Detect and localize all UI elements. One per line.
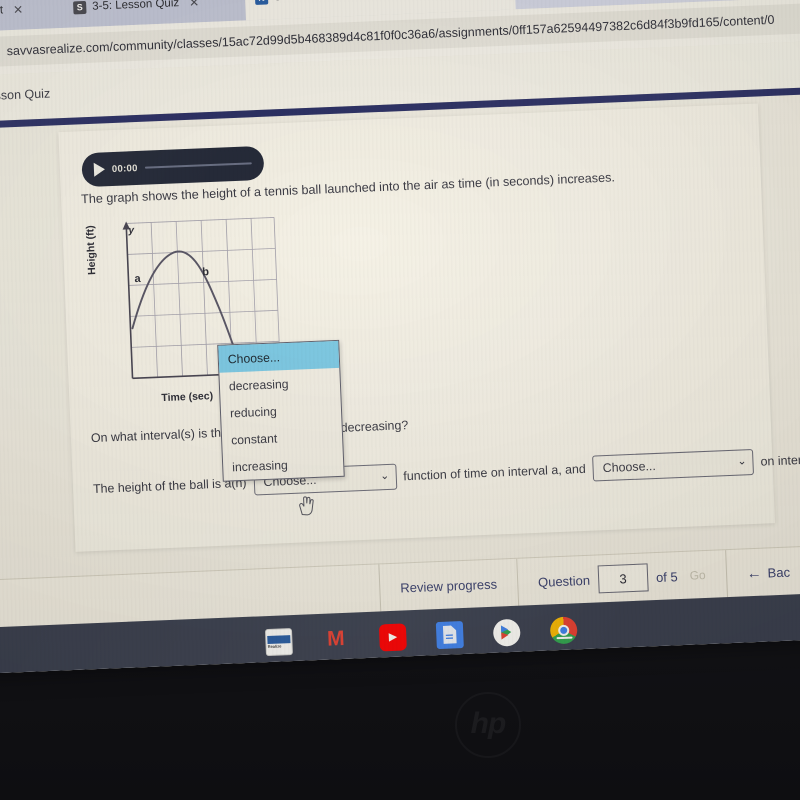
chart-y-tick-label: y [128, 225, 135, 237]
review-progress-button[interactable]: Review progress [379, 558, 520, 613]
question-2-row: The height of the ball is a(n) Choose...… [93, 446, 800, 502]
active-app-indicator [555, 636, 573, 639]
play-icon[interactable] [93, 162, 106, 177]
review-progress-label: Review progress [400, 576, 498, 596]
google-docs-icon[interactable] [435, 620, 464, 649]
close-icon[interactable]: ✕ [189, 0, 200, 10]
chevron-down-icon: ⌄ [737, 455, 747, 468]
savvas-app-icon[interactable]: Realize [264, 627, 293, 656]
audio-time: 00:00 [111, 162, 138, 175]
docs-glyph [442, 625, 457, 644]
browser-tab-label: Savvas Realize [274, 0, 354, 3]
play-glyph [500, 625, 512, 640]
browser-tab-label: 3-5: Lesson Quiz [92, 0, 180, 13]
dropdown-option-increasing[interactable]: increasing [223, 449, 344, 481]
hp-brand-logo: hp [455, 692, 521, 758]
question-total-label: of 5 [655, 568, 678, 585]
chart-annotation-b: b [201, 266, 210, 279]
youtube-icon[interactable]: ▶ [378, 622, 407, 651]
back-label: Bac [767, 564, 791, 580]
go-button[interactable]: Go [689, 568, 706, 583]
question-2-middle: function of time on interval a, and [403, 461, 587, 484]
question-card: 00:00 The graph shows the height of a te… [58, 103, 800, 552]
dropdown-options-list[interactable]: Choose... decreasing reducing constant i… [217, 339, 345, 482]
mouse-cursor-hand [299, 496, 314, 516]
play-store-icon[interactable] [492, 618, 521, 647]
chart-y-axis-label: Height (ft) [84, 225, 99, 276]
laptop-photo: onsda - School Dist ✕ S 3-5: Lesson Quiz… [0, 0, 800, 800]
savvas-favicon-icon: N [254, 0, 269, 5]
back-button[interactable]: ← Bac [726, 547, 800, 598]
laptop-screen: onsda - School Dist ✕ S 3-5: Lesson Quiz… [0, 0, 800, 675]
savvas-icon-band [267, 634, 291, 644]
chart-x-axis-label: Time (sec) [161, 390, 214, 405]
question-label: Question [537, 572, 591, 590]
chrome-icon[interactable] [549, 615, 578, 644]
savvas-page: 5: Lesson Quiz 00:00 The graph shows the… [0, 39, 800, 675]
arrow-left-icon: ← [746, 564, 762, 582]
quiz-favicon-icon: S [73, 0, 87, 14]
select-interval-b-value: Choose... [602, 458, 657, 476]
audio-player[interactable]: 00:00 [81, 145, 265, 188]
chevron-down-icon: ⌄ [379, 469, 390, 483]
audio-progress-bar[interactable] [144, 162, 252, 169]
savvas-icon-text: Realize [267, 642, 282, 649]
question-2-suffix: on interval b. [760, 452, 800, 469]
browser-tab-label: onsda - School Dist [0, 4, 4, 20]
chart-annotation-a: a [134, 272, 141, 286]
close-icon[interactable]: ✕ [13, 3, 24, 17]
question-number-input[interactable]: 3 [597, 563, 649, 594]
select-interval-b[interactable]: Choose... ⌄ [592, 448, 755, 482]
gmail-icon[interactable]: M [322, 625, 350, 653]
page-title: 5: Lesson Quiz [0, 86, 51, 104]
